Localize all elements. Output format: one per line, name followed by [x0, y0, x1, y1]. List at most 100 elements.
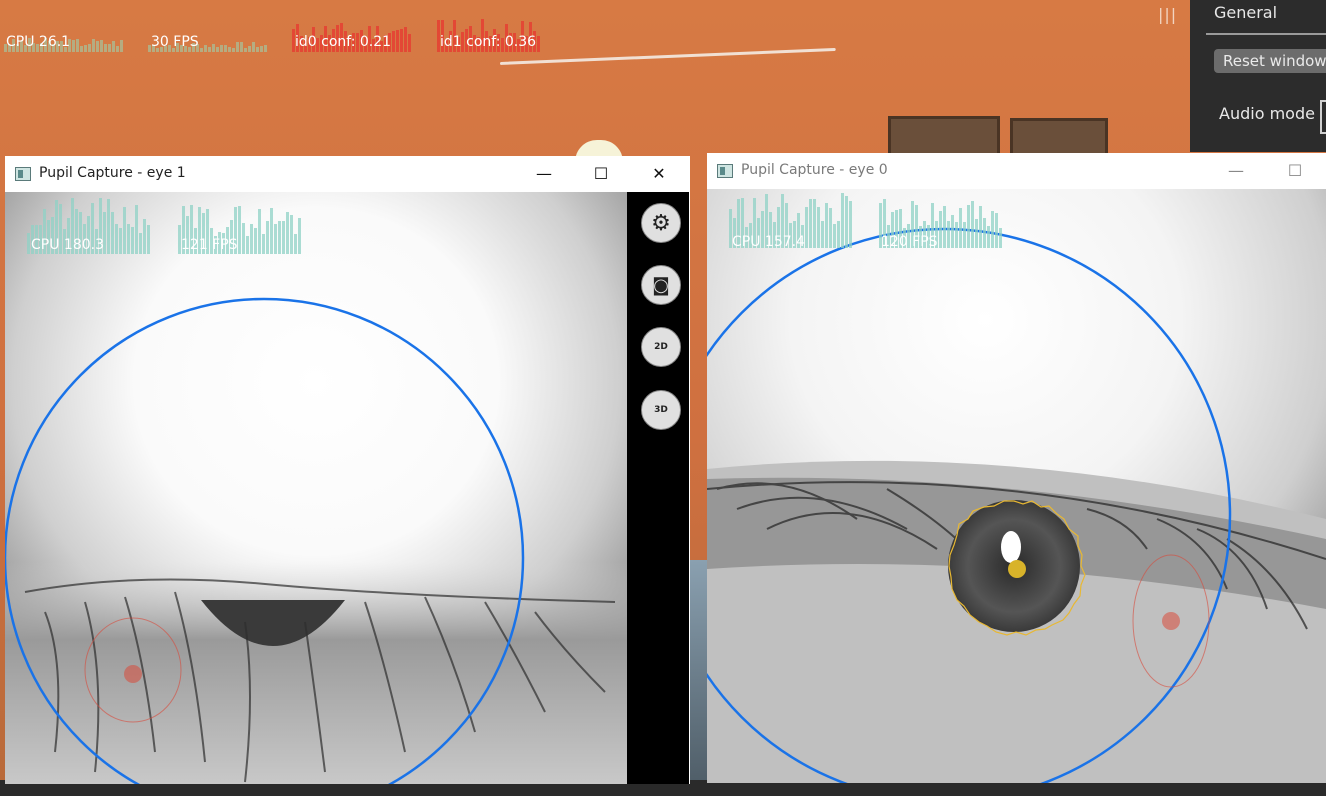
- id1-confidence-label: id1 conf: 0.36: [440, 34, 537, 50]
- app-icon: [15, 167, 31, 181]
- graph-bar: [278, 221, 281, 254]
- graph-bar: [252, 42, 255, 52]
- graph-bar: [987, 226, 990, 248]
- world-cpu-label: CPU 26.1: [6, 34, 71, 50]
- audio-mode-label: Audio mode: [1219, 104, 1315, 123]
- graph-bar: [212, 44, 215, 52]
- graph-bar: [817, 207, 820, 248]
- graph-bar: [837, 221, 840, 248]
- world-scene-strip: [690, 560, 708, 796]
- graph-bar: [833, 224, 836, 248]
- maximize-button[interactable]: ☐: [578, 156, 624, 192]
- detect-2d-icon[interactable]: 2D: [641, 327, 681, 367]
- reset-window-button[interactable]: Reset window: [1214, 49, 1326, 73]
- graph-bar: [294, 234, 297, 254]
- graph-bar: [139, 233, 142, 254]
- id0-confidence-label: id0 conf: 0.21: [295, 34, 392, 50]
- graph-bar: [939, 211, 942, 248]
- eye0-titlebar[interactable]: Pupil Capture - eye 0 — ☐: [707, 153, 1326, 189]
- eye1-window-title: Pupil Capture - eye 1: [39, 165, 186, 181]
- graph-bar: [220, 45, 223, 52]
- app-icon: [717, 164, 733, 178]
- graph-bar: [72, 40, 75, 52]
- graph-bar: [116, 46, 119, 52]
- graph-bar: [115, 224, 118, 254]
- graph-bar: [238, 206, 241, 254]
- graph-bar: [248, 46, 251, 52]
- graph-bar: [963, 222, 966, 248]
- eye1-titlebar[interactable]: Pupil Capture - eye 1 — ☐ ✕: [5, 156, 690, 192]
- eye1-camera-image: [5, 192, 627, 784]
- gear-icon[interactable]: ⚙: [641, 203, 681, 243]
- graph-bar: [232, 48, 235, 52]
- eye1-window[interactable]: Pupil Capture - eye 1 — ☐ ✕ CPU 180.3 12…: [5, 156, 690, 784]
- graph-bar: [88, 44, 91, 52]
- detect-3d-icon[interactable]: 3D: [641, 390, 681, 430]
- minimize-button[interactable]: —: [1213, 153, 1259, 189]
- eye0-window-title: Pupil Capture - eye 0: [741, 162, 888, 178]
- graph-bar: [135, 205, 138, 254]
- graph-bar: [805, 207, 808, 248]
- graph-bar: [967, 205, 970, 248]
- graph-bar: [258, 209, 261, 254]
- camera-icon[interactable]: ◙: [641, 265, 681, 305]
- graph-bar: [975, 219, 978, 248]
- graph-bar: [400, 29, 403, 52]
- graph-bar: [813, 199, 816, 248]
- graph-bar: [92, 39, 95, 52]
- graph-bar: [849, 201, 852, 248]
- graph-bar: [845, 196, 848, 248]
- graph-bar: [147, 225, 150, 254]
- eye1-cpu-label: CPU 180.3: [31, 237, 104, 253]
- graph-bar: [396, 30, 399, 52]
- graph-bar: [204, 45, 207, 52]
- panel-title: General: [1214, 3, 1278, 22]
- graph-bar: [100, 40, 103, 52]
- graph-bar: [971, 201, 974, 248]
- graph-bar: [236, 42, 239, 52]
- graph-bar: [841, 193, 844, 248]
- minimize-button[interactable]: —: [521, 156, 567, 192]
- graph-bar: [224, 45, 227, 52]
- maximize-button[interactable]: ☐: [1272, 153, 1318, 189]
- graph-bar: [943, 206, 946, 248]
- graph-bar: [107, 199, 110, 254]
- graph-bar: [216, 47, 219, 52]
- graph-bar: [84, 45, 87, 52]
- graph-bar: [104, 44, 107, 52]
- world-fps-label: 30 FPS: [151, 34, 199, 50]
- graph-bar: [821, 221, 824, 248]
- graph-bar: [260, 46, 263, 52]
- close-button[interactable]: ✕: [636, 156, 682, 192]
- graph-bar: [298, 218, 301, 254]
- graph-bar: [250, 224, 253, 254]
- eye0-camera-view[interactable]: CPU 157.4 120 FPS: [707, 189, 1326, 783]
- eye1-fps-label: 121 FPS: [181, 237, 238, 253]
- graph-bar: [256, 47, 259, 52]
- graph-bar: [123, 207, 126, 254]
- eye1-camera-view[interactable]: CPU 180.3 121 FPS: [5, 192, 627, 784]
- graph-bar: [829, 208, 832, 248]
- eye0-fps-label: 120 FPS: [881, 234, 938, 250]
- menu-handle-icon[interactable]: |||: [1158, 5, 1177, 24]
- graph-bar: [947, 221, 950, 248]
- graph-bar: [108, 44, 111, 52]
- graph-bar: [809, 199, 812, 248]
- graph-bar: [825, 203, 828, 248]
- graph-bar: [244, 48, 247, 52]
- graph-bar: [266, 221, 269, 254]
- eye1-toolbar: ⚙ ◙ 2D 3D: [627, 192, 689, 784]
- graph-bar: [999, 228, 1002, 248]
- graph-bar: [200, 48, 203, 52]
- graph-bar: [983, 218, 986, 248]
- graph-bar: [264, 45, 267, 52]
- audio-mode-select[interactable]: [1320, 100, 1326, 134]
- eye0-cpu-label: CPU 157.4: [732, 234, 805, 250]
- eye0-window[interactable]: Pupil Capture - eye 0 — ☐ CPU 157.4 120 …: [707, 153, 1326, 783]
- graph-bar: [80, 46, 83, 52]
- graph-bar: [27, 233, 30, 254]
- graph-bar: [270, 208, 273, 254]
- graph-bar: [127, 224, 130, 254]
- graph-bar: [119, 228, 122, 254]
- graph-bar: [286, 212, 289, 254]
